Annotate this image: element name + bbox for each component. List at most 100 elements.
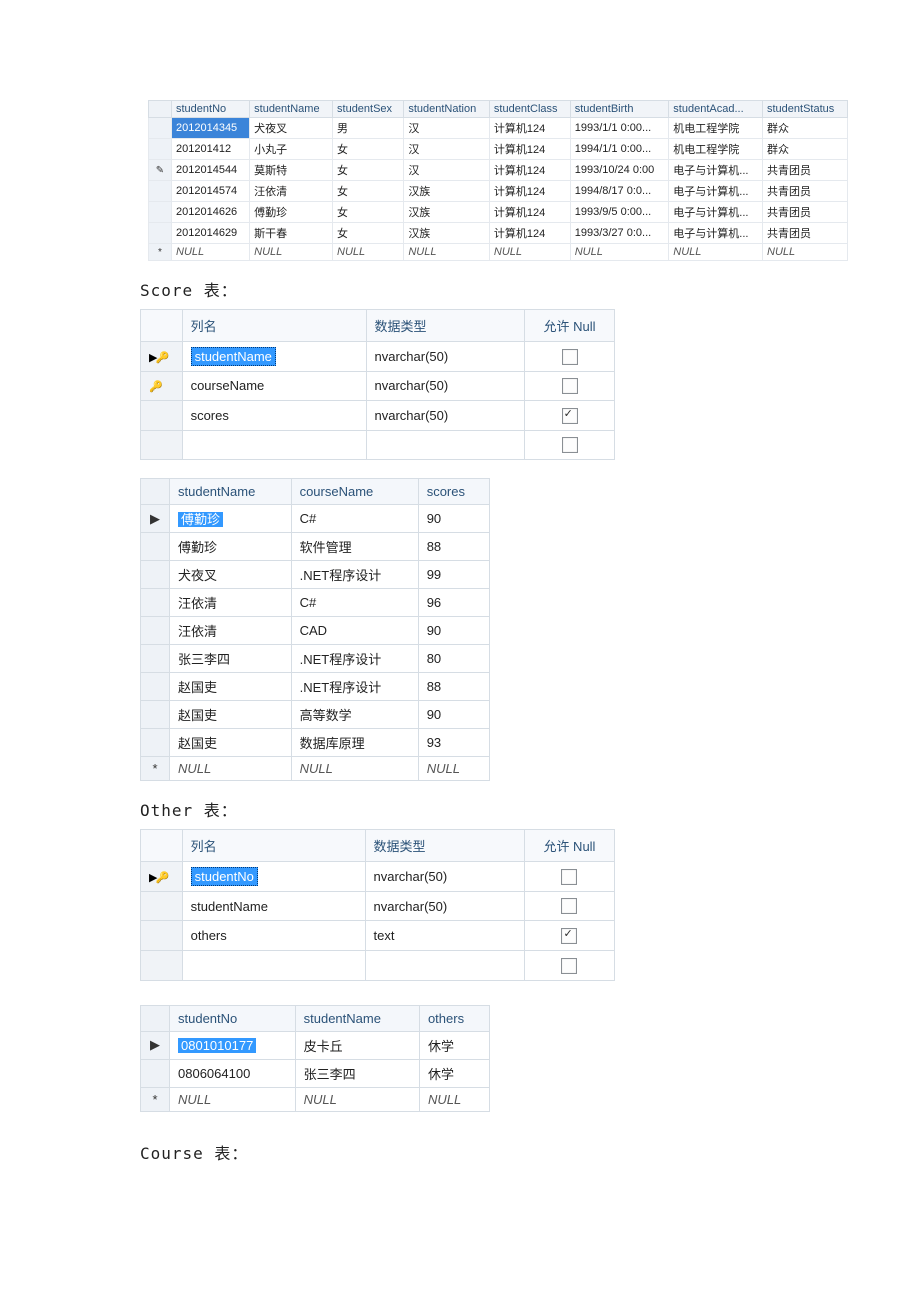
cell[interactable]: 计算机124 [489,139,570,160]
student-col-header[interactable]: studentSex [333,101,404,118]
cell[interactable]: 皮卡丘 [295,1031,419,1059]
table-row[interactable]: 2012014574汪依清女汉族计算机1241994/8/17 0:0...电子… [149,181,848,202]
data-col-header[interactable]: others [419,1005,489,1031]
cell[interactable]: 数据库原理 [291,729,418,757]
cell[interactable]: .NET程序设计 [291,561,418,589]
cell[interactable]: NULL [250,244,333,261]
cell[interactable]: 女 [333,160,404,181]
cell[interactable]: 电子与计算机... [669,181,763,202]
schema-col-type[interactable]: nvarchar(50) [365,862,524,892]
schema-col-null[interactable] [525,342,615,372]
cell[interactable]: 女 [333,139,404,160]
cell[interactable]: 1993/10/24 0:00 [570,160,669,181]
cell[interactable]: NULL [489,244,570,261]
table-row[interactable]: ▶0801010177皮卡丘休学 [141,1031,490,1059]
table-row[interactable]: ✎2012014544莫斯特女汉计算机1241993/10/24 0:00电子与… [149,160,848,181]
cell[interactable]: 张三李四 [170,645,292,673]
cell[interactable]: NULL [419,1087,489,1111]
cell[interactable]: 电子与计算机... [669,202,763,223]
cell[interactable]: NULL [170,757,292,781]
cell[interactable]: 赵国吏 [170,729,292,757]
cell[interactable]: NULL [404,244,490,261]
schema-col-type[interactable]: nvarchar(50) [366,342,525,372]
cell[interactable]: 2012014629 [172,223,250,244]
table-row[interactable]: 傅勤珍软件管理88 [141,533,490,561]
cell[interactable]: 1993/3/27 0:0... [570,223,669,244]
schema-col-null[interactable] [524,921,614,951]
table-row[interactable]: 2012014345犬夜叉男汉计算机1241993/1/1 0:00...机电工… [149,118,848,139]
table-row[interactable]: 汪依清C#96 [141,589,490,617]
cell[interactable]: 群众 [763,118,848,139]
cell[interactable]: 1994/1/1 0:00... [570,139,669,160]
cell[interactable]: 计算机124 [489,160,570,181]
cell[interactable]: C# [291,505,418,533]
schema-col-name[interactable]: studentNo [182,862,365,892]
cell[interactable]: .NET程序设计 [291,673,418,701]
cell[interactable]: 计算机124 [489,202,570,223]
cell[interactable]: 斯干春 [250,223,333,244]
cell[interactable]: 软件管理 [291,533,418,561]
student-data-grid[interactable]: studentNostudentNamestudentSexstudentNat… [148,100,848,261]
cell[interactable]: 机电工程学院 [669,118,763,139]
table-row[interactable]: 0806064100张三李四休学 [141,1059,490,1087]
schema-col-null[interactable] [525,401,615,431]
schema-col-name[interactable]: studentName [182,891,365,921]
schema-col-type[interactable]: nvarchar(50) [365,891,524,921]
schema-col-type[interactable] [366,430,525,460]
other-schema-grid[interactable]: 列名 数据类型 允许 Null ▶studentNonvarchar(50)st… [140,829,615,980]
cell[interactable]: 90 [418,701,489,729]
table-row[interactable]: 201201412小丸子女汉计算机1241994/1/1 0:00...机电工程… [149,139,848,160]
schema-row[interactable]: studentNamenvarchar(50) [141,891,615,921]
cell[interactable]: 1993/1/1 0:00... [570,118,669,139]
data-col-header[interactable]: courseName [291,479,418,505]
other-data-grid[interactable]: studentNostudentNameothers ▶0801010177皮卡… [140,1005,490,1112]
student-col-header[interactable]: studentName [250,101,333,118]
cell[interactable]: 女 [333,202,404,223]
cell[interactable]: 汉族 [404,223,490,244]
schema-col-null[interactable] [525,371,615,401]
student-col-header[interactable]: studentBirth [570,101,669,118]
table-row[interactable]: 赵国吏数据库原理93 [141,729,490,757]
cell[interactable]: 犬夜叉 [170,561,292,589]
cell[interactable]: 男 [333,118,404,139]
cell[interactable]: 0806064100 [170,1059,296,1087]
cell[interactable]: .NET程序设计 [291,645,418,673]
cell[interactable]: CAD [291,617,418,645]
schema-row[interactable]: ▶studentNamenvarchar(50) [141,342,615,372]
cell[interactable]: 赵国吏 [170,701,292,729]
cell[interactable]: 机电工程学院 [669,139,763,160]
cell[interactable]: 80 [418,645,489,673]
cell[interactable]: 共青团员 [763,223,848,244]
data-col-header[interactable]: scores [418,479,489,505]
schema-col-type[interactable]: nvarchar(50) [366,371,525,401]
table-row[interactable]: *NULLNULLNULLNULLNULLNULLNULLNULL [149,244,848,261]
cell[interactable]: 女 [333,223,404,244]
cell[interactable]: NULL [333,244,404,261]
cell[interactable]: 休学 [419,1059,489,1087]
schema-row[interactable]: otherstext [141,921,615,951]
schema-row[interactable]: scoresnvarchar(50) [141,401,615,431]
schema-row[interactable] [141,950,615,980]
cell[interactable]: 99 [418,561,489,589]
cell[interactable]: 傅勤珍 [170,533,292,561]
cell[interactable]: 张三李四 [295,1059,419,1087]
cell[interactable]: 汉 [404,160,490,181]
schema-col-name[interactable]: others [182,921,365,951]
cell[interactable]: 小丸子 [250,139,333,160]
table-row[interactable]: 2012014629斯干春女汉族计算机1241993/3/27 0:0...电子… [149,223,848,244]
cell[interactable]: 傅勤珍 [170,505,292,533]
schema-col-name[interactable]: scores [182,401,366,431]
schema-col-name[interactable] [182,430,366,460]
cell[interactable]: 傅勤珍 [250,202,333,223]
cell[interactable]: 女 [333,181,404,202]
cell[interactable]: 1994/8/17 0:0... [570,181,669,202]
cell[interactable]: 共青团员 [763,181,848,202]
cell[interactable]: 犬夜叉 [250,118,333,139]
cell[interactable]: NULL [669,244,763,261]
schema-col-type[interactable] [365,950,524,980]
data-col-header[interactable]: studentNo [170,1005,296,1031]
table-row[interactable]: 犬夜叉.NET程序设计99 [141,561,490,589]
schema-col-name[interactable]: courseName [182,371,366,401]
cell[interactable]: NULL [763,244,848,261]
table-row[interactable]: ▶傅勤珍C#90 [141,505,490,533]
